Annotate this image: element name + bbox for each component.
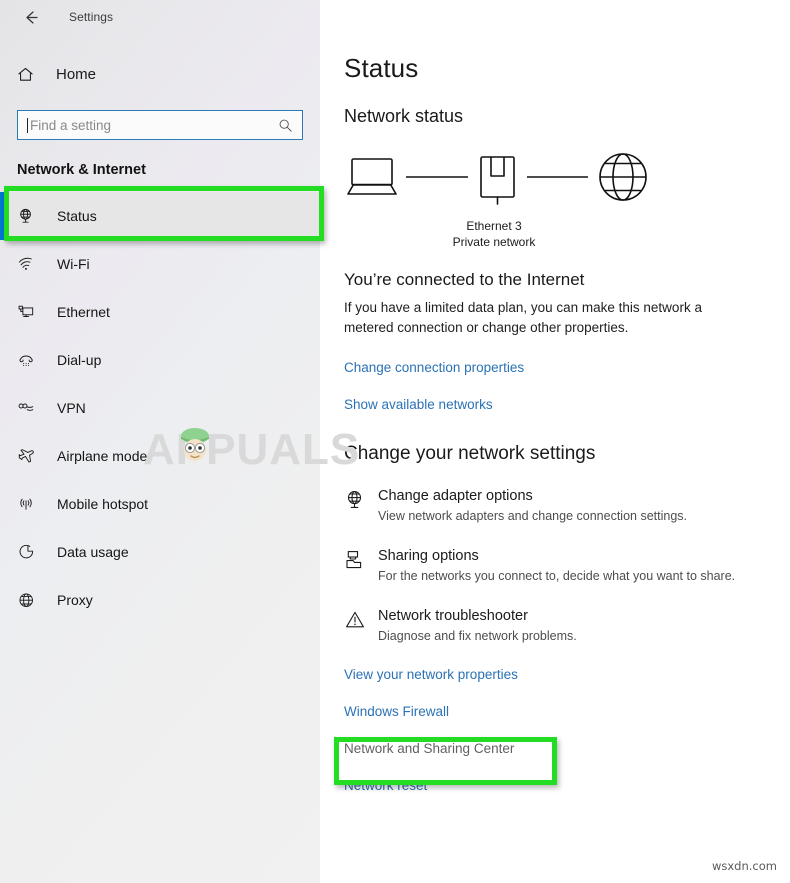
sidebar-item-vpn-label: VPN — [57, 400, 86, 416]
option-description: Diagnose and fix network problems. — [378, 629, 577, 643]
sidebar-item-proxy[interactable]: Proxy — [0, 576, 320, 624]
wifi-icon — [17, 255, 43, 274]
laptop-icon — [347, 158, 397, 195]
sidebar-item-home-label: Home — [56, 65, 97, 83]
text-caret — [27, 117, 28, 133]
network-status-icon — [17, 207, 43, 226]
sidebar-nav-list: Status Wi-Fi Ethernet Dial-up VPN Airpla… — [0, 192, 320, 624]
option-sharing-options[interactable]: Sharing options For the networks you con… — [344, 547, 790, 585]
title-bar: Settings — [0, 0, 320, 34]
search-icon[interactable] — [278, 118, 293, 133]
dialup-icon — [17, 351, 43, 370]
link-show-available-networks[interactable]: Show available networks — [344, 397, 493, 412]
sidebar-item-mobile-hotspot-label: Mobile hotspot — [57, 496, 149, 512]
network-status-heading: Network status — [344, 106, 464, 126]
network-type: Private network — [452, 235, 536, 249]
home-icon — [16, 65, 42, 84]
settings-window: Settings Home Find a setting Network & I… — [0, 0, 790, 883]
option-title: Change adapter options — [378, 488, 533, 504]
sidebar-item-wifi[interactable]: Wi-Fi — [0, 240, 320, 288]
link-windows-firewall[interactable]: Windows Firewall — [344, 704, 449, 719]
sidebar-item-data-usage-label: Data usage — [57, 544, 129, 560]
back-arrow-icon[interactable] — [16, 3, 44, 31]
sidebar-item-dialup-label: Dial-up — [57, 352, 102, 368]
link-network-reset[interactable]: Network reset — [344, 778, 427, 793]
vpn-icon — [17, 399, 43, 418]
sidebar-item-status-label: Status — [57, 208, 97, 224]
page-title: Status — [344, 53, 419, 83]
data-usage-icon — [17, 543, 43, 562]
sidebar-item-proxy-label: Proxy — [57, 592, 93, 608]
hotspot-icon — [17, 495, 43, 514]
connection-description: If you have a limited data plan, you can… — [344, 300, 702, 335]
sidebar-item-status[interactable]: Status — [0, 192, 320, 240]
option-change-adapter-options[interactable]: Change adapter options View network adap… — [344, 487, 790, 525]
link-view-your-network-properties[interactable]: View your network properties — [344, 667, 518, 682]
option-title: Network troubleshooter — [378, 608, 528, 624]
sidebar-item-ethernet-label: Ethernet — [57, 304, 110, 320]
link-change-connection-properties[interactable]: Change connection properties — [344, 360, 524, 375]
adapter-name: Ethernet 3 — [466, 219, 522, 233]
sidebar-category-title: Network & Internet — [17, 162, 146, 178]
sidebar-item-wifi-label: Wi-Fi — [57, 256, 90, 272]
sidebar-item-dialup[interactable]: Dial-up — [0, 336, 320, 384]
wsxdn-watermark: wsxdn.com — [711, 859, 777, 873]
sidebar-item-mobile-hotspot[interactable]: Mobile hotspot — [0, 480, 320, 528]
option-description: For the networks you connect to, decide … — [378, 569, 736, 583]
sidebar: Settings Home Find a setting Network & I… — [0, 0, 320, 883]
network-diagram: Ethernet 3 Private network — [344, 149, 664, 250]
adapter-globe-icon — [344, 487, 378, 516]
sidebar-item-airplane-mode[interactable]: Airplane mode — [0, 432, 320, 480]
diagram-caption: Ethernet 3 Private network — [414, 218, 574, 250]
change-network-settings-heading: Change your network settings — [344, 443, 596, 464]
globe-icon — [599, 153, 647, 201]
sidebar-item-data-usage[interactable]: Data usage — [0, 528, 320, 576]
option-title: Sharing options — [378, 548, 479, 564]
option-description: View network adapters and change connect… — [378, 509, 687, 523]
sharing-folder-icon — [344, 547, 378, 576]
airplane-icon — [17, 447, 43, 466]
option-network-troubleshooter[interactable]: Network troubleshooter Diagnose and fix … — [344, 607, 790, 645]
search-input[interactable]: Find a setting — [17, 110, 303, 140]
sidebar-item-ethernet[interactable]: Ethernet — [0, 288, 320, 336]
sidebar-item-vpn[interactable]: VPN — [0, 384, 320, 432]
warning-triangle-icon — [344, 607, 378, 636]
link-network-and-sharing-center[interactable]: Network and Sharing Center — [344, 741, 514, 756]
ethernet-port-icon — [480, 156, 515, 205]
sidebar-item-airplane-mode-label: Airplane mode — [57, 448, 148, 464]
search-placeholder: Find a setting — [30, 117, 112, 133]
ethernet-icon — [17, 303, 43, 322]
proxy-globe-icon — [17, 591, 43, 610]
sidebar-item-home[interactable]: Home — [0, 57, 320, 91]
connection-headline: You’re connected to the Internet — [344, 270, 585, 289]
window-title: Settings — [69, 10, 114, 24]
main-content: Status Network status Ethernet 3 Private… — [320, 0, 790, 883]
